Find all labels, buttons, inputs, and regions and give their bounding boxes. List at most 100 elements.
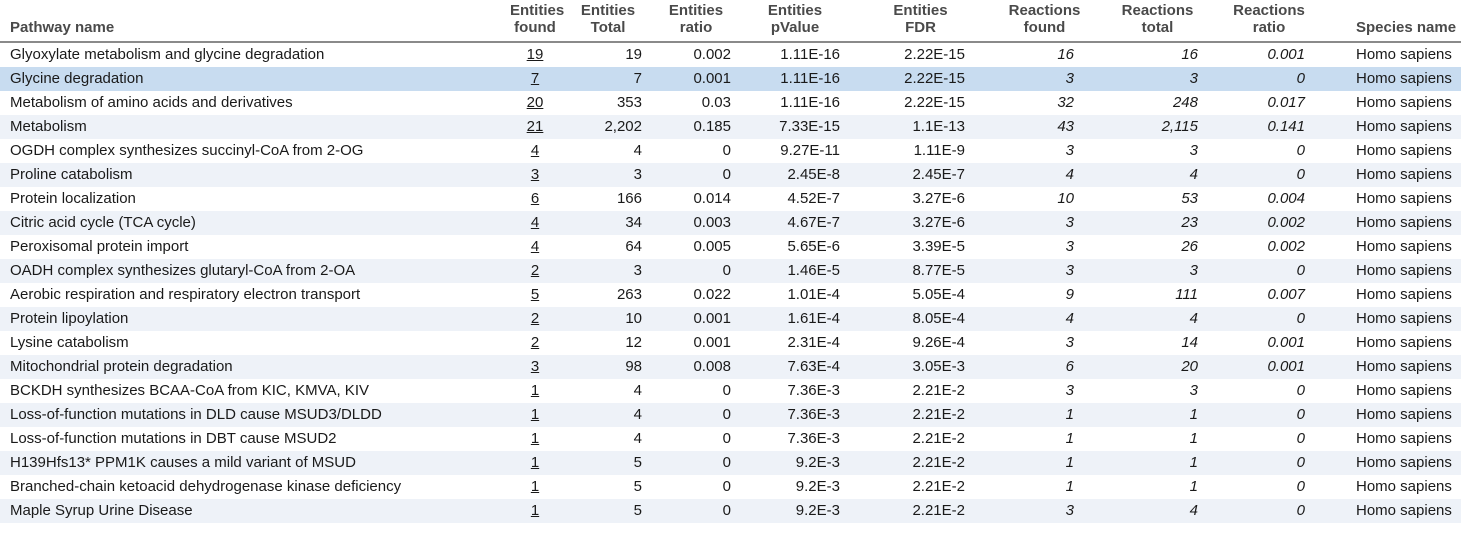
table-row[interactable]: OGDH complex synthesizes succinyl-CoA fr… <box>0 139 1461 163</box>
pathway-name-cell[interactable]: Proline catabolism <box>0 163 470 187</box>
table-row[interactable]: Lysine catabolism 2 12 0.001 2.31E-4 9.26E-4 3… <box>0 331 1461 355</box>
table-row[interactable]: Loss-of-function mutations in DBT cause … <box>0 427 1461 451</box>
reactions-found-cell: 4 <box>987 307 1102 331</box>
entities-pvalue-cell: 4.67E-7 <box>736 211 854 235</box>
pathway-name-cell[interactable]: Peroxisomal protein import <box>0 235 470 259</box>
reactions-found-cell: 3 <box>1065 238 1074 255</box>
entities-found-link[interactable]: 20 <box>527 94 544 111</box>
entities-found-link[interactable]: 1 <box>531 454 539 471</box>
table-row[interactable]: H139Hfs13* PPM1K causes a mild variant o… <box>0 451 1461 475</box>
table-row[interactable]: Aerobic respiration and respiratory elec… <box>0 283 1461 307</box>
entities-found-link[interactable]: 6 <box>531 190 539 207</box>
entities-found-link[interactable]: 3 <box>531 358 539 375</box>
entities-found-link[interactable]: 4 <box>531 142 539 159</box>
header-pathway-name[interactable]: Pathway name <box>0 0 470 43</box>
table-row[interactable]: Peroxisomal protein import 4 64 0.005 5.65E-… <box>0 235 1461 259</box>
table-row[interactable]: Branched-chain ketoacid dehydrogenase ki… <box>0 475 1461 499</box>
entities-ratio-cell: 0 <box>722 478 731 495</box>
entities-fdr-cell: 2.22E-15 <box>904 46 965 63</box>
header-line-1: Reactions <box>1121 2 1194 19</box>
reactions-ratio-cell: 0 <box>1213 307 1325 331</box>
entities-found-link[interactable]: 19 <box>527 46 544 63</box>
pathway-name-cell[interactable]: Protein localization <box>0 187 470 211</box>
table-row[interactable]: Glycine degradation 7 7 0.001 1.11E-16 2.22E-… <box>0 67 1461 91</box>
entities-fdr-cell: 2.21E-2 <box>854 403 987 427</box>
entities-ratio-cell: 0.003 <box>656 211 736 235</box>
entities-pvalue-cell: 9.27E-11 <box>780 142 840 159</box>
pathway-name-cell[interactable]: OADH complex synthesizes glutaryl-CoA fr… <box>0 259 470 283</box>
reactions-ratio-cell: 0 <box>1213 403 1325 427</box>
entities-found-link[interactable]: 5 <box>531 286 539 303</box>
table-row[interactable]: Glyoxylate metabolism and glycine degrad… <box>0 42 1461 67</box>
entities-found-link[interactable]: 2 <box>531 334 539 351</box>
header-reactions-ratio[interactable]: Reactions ratio <box>1213 0 1325 43</box>
table-row[interactable]: Metabolism of amino acids and derivative… <box>0 91 1461 115</box>
entities-found-link[interactable]: 4 <box>531 214 539 231</box>
entities-found-link[interactable]: 1 <box>531 430 539 447</box>
header-entities-ratio[interactable]: Entities ratio <box>656 0 736 43</box>
table-row[interactable]: Mitochondrial protein degradation 3 98 0.00… <box>0 355 1461 379</box>
entities-pvalue-cell: 1.11E-16 <box>780 46 840 63</box>
entities-found-link[interactable]: 1 <box>531 478 539 495</box>
pathway-name-cell[interactable]: OGDH complex synthesizes succinyl-CoA fr… <box>0 139 470 163</box>
table-row[interactable]: BCKDH synthesizes BCAA-CoA from KIC, KMV… <box>0 379 1461 403</box>
entities-found-link[interactable]: 1 <box>531 406 539 423</box>
pathway-name-cell[interactable]: Glyoxylate metabolism and glycine degrad… <box>0 42 470 67</box>
entities-found-link[interactable]: 2 <box>531 310 539 327</box>
pathway-name-cell[interactable]: Metabolism <box>0 115 470 139</box>
table-row[interactable]: OADH complex synthesizes glutaryl-CoA fr… <box>0 259 1461 283</box>
header-entities-pvalue[interactable]: Entities pValue <box>736 0 854 43</box>
reactions-found-cell: 6 <box>987 355 1102 379</box>
header-entities-total[interactable]: Entities Total <box>560 0 656 43</box>
entities-total-cell: 4 <box>560 403 656 427</box>
pathway-name-cell[interactable]: Aerobic respiration and respiratory elec… <box>0 283 470 307</box>
reactions-found-cell: 3 <box>1065 142 1074 159</box>
pathway-name-cell[interactable]: H139Hfs13* PPM1K causes a mild variant o… <box>0 451 470 475</box>
reactions-ratio-cell: 0 <box>1296 142 1305 159</box>
pathway-name-cell[interactable]: Branched-chain ketoacid dehydrogenase ki… <box>0 475 470 499</box>
pathway-name-cell[interactable]: Lysine catabolism <box>0 331 470 355</box>
reactions-total-cell: 4 <box>1102 163 1213 187</box>
pathway-name-cell[interactable]: Loss-of-function mutations in DLD cause … <box>0 403 470 427</box>
table-row[interactable]: Protein localization 6 166 0.014 4.52E-7 3.27… <box>0 187 1461 211</box>
entities-found-link[interactable]: 4 <box>531 238 539 255</box>
pathway-name-cell[interactable]: Citric acid cycle (TCA cycle) <box>0 211 470 235</box>
entities-found-link[interactable]: 1 <box>531 382 539 399</box>
pathway-name-cell[interactable]: Mitochondrial protein degradation <box>0 355 470 379</box>
table-row[interactable]: Protein lipoylation 2 10 0.001 1.61E-4 8.05E-… <box>0 307 1461 331</box>
table-row[interactable]: Loss-of-function mutations in DLD cause … <box>0 403 1461 427</box>
entities-found-link[interactable]: 3 <box>531 166 539 183</box>
entities-found-cell: 6 <box>470 187 560 211</box>
header-reactions-found[interactable]: Reactions found <box>987 0 1102 43</box>
entities-found-link[interactable]: 7 <box>531 70 539 87</box>
pathway-name-cell[interactable]: Protein lipoylation <box>0 307 470 331</box>
pathway-name-cell[interactable]: Metabolism of amino acids and derivative… <box>0 91 470 115</box>
table-row[interactable]: Citric acid cycle (TCA cycle) 4 34 0.003 4.6… <box>0 211 1461 235</box>
table-row[interactable]: Metabolism 21 2,202 0.185 7.33E-15 1.1E-13 43 2… <box>0 115 1461 139</box>
table-header: Pathway name Entities found Entities Tot… <box>0 0 1461 43</box>
entities-found-cell: 1 <box>470 475 560 499</box>
species-name-cell: Homo sapiens <box>1356 382 1452 399</box>
entities-found-link[interactable]: 2 <box>531 262 539 279</box>
pathway-name-cell[interactable]: Glycine degradation <box>0 67 470 91</box>
reactions-found-cell: 3 <box>987 259 1102 283</box>
reactions-total-cell: 16 <box>1181 46 1198 63</box>
entities-fdr-cell: 3.27E-6 <box>854 211 987 235</box>
pathway-name-cell[interactable]: Loss-of-function mutations in DBT cause … <box>0 427 470 451</box>
header-reactions-total[interactable]: Reactions total <box>1102 0 1213 43</box>
entities-found-cell: 3 <box>470 163 560 187</box>
entities-ratio-cell: 0.022 <box>693 286 731 303</box>
entities-found-link[interactable]: 21 <box>527 118 544 135</box>
table-row[interactable]: Maple Syrup Urine Disease 1 5 0 9.2E-3 2.21E-… <box>0 499 1461 523</box>
entities-total-cell: 64 <box>625 238 642 255</box>
reactions-total-cell: 20 <box>1102 355 1213 379</box>
pathway-name-cell[interactable]: Maple Syrup Urine Disease <box>0 499 470 523</box>
header-entities-found[interactable]: Entities found <box>470 0 564 43</box>
table-row[interactable]: Proline catabolism 3 3 0 2.45E-8 2.45E-7 4 4 0 Ho… <box>0 163 1461 187</box>
entities-found-link[interactable]: 1 <box>531 502 539 519</box>
header-entities-fdr[interactable]: Entities FDR <box>854 0 987 43</box>
entities-ratio-cell: 0.008 <box>656 355 736 379</box>
species-name-cell: Homo sapiens <box>1325 259 1461 283</box>
header-species-name[interactable]: Species name <box>1325 0 1461 43</box>
pathway-name-cell[interactable]: BCKDH synthesizes BCAA-CoA from KIC, KMV… <box>0 379 470 403</box>
